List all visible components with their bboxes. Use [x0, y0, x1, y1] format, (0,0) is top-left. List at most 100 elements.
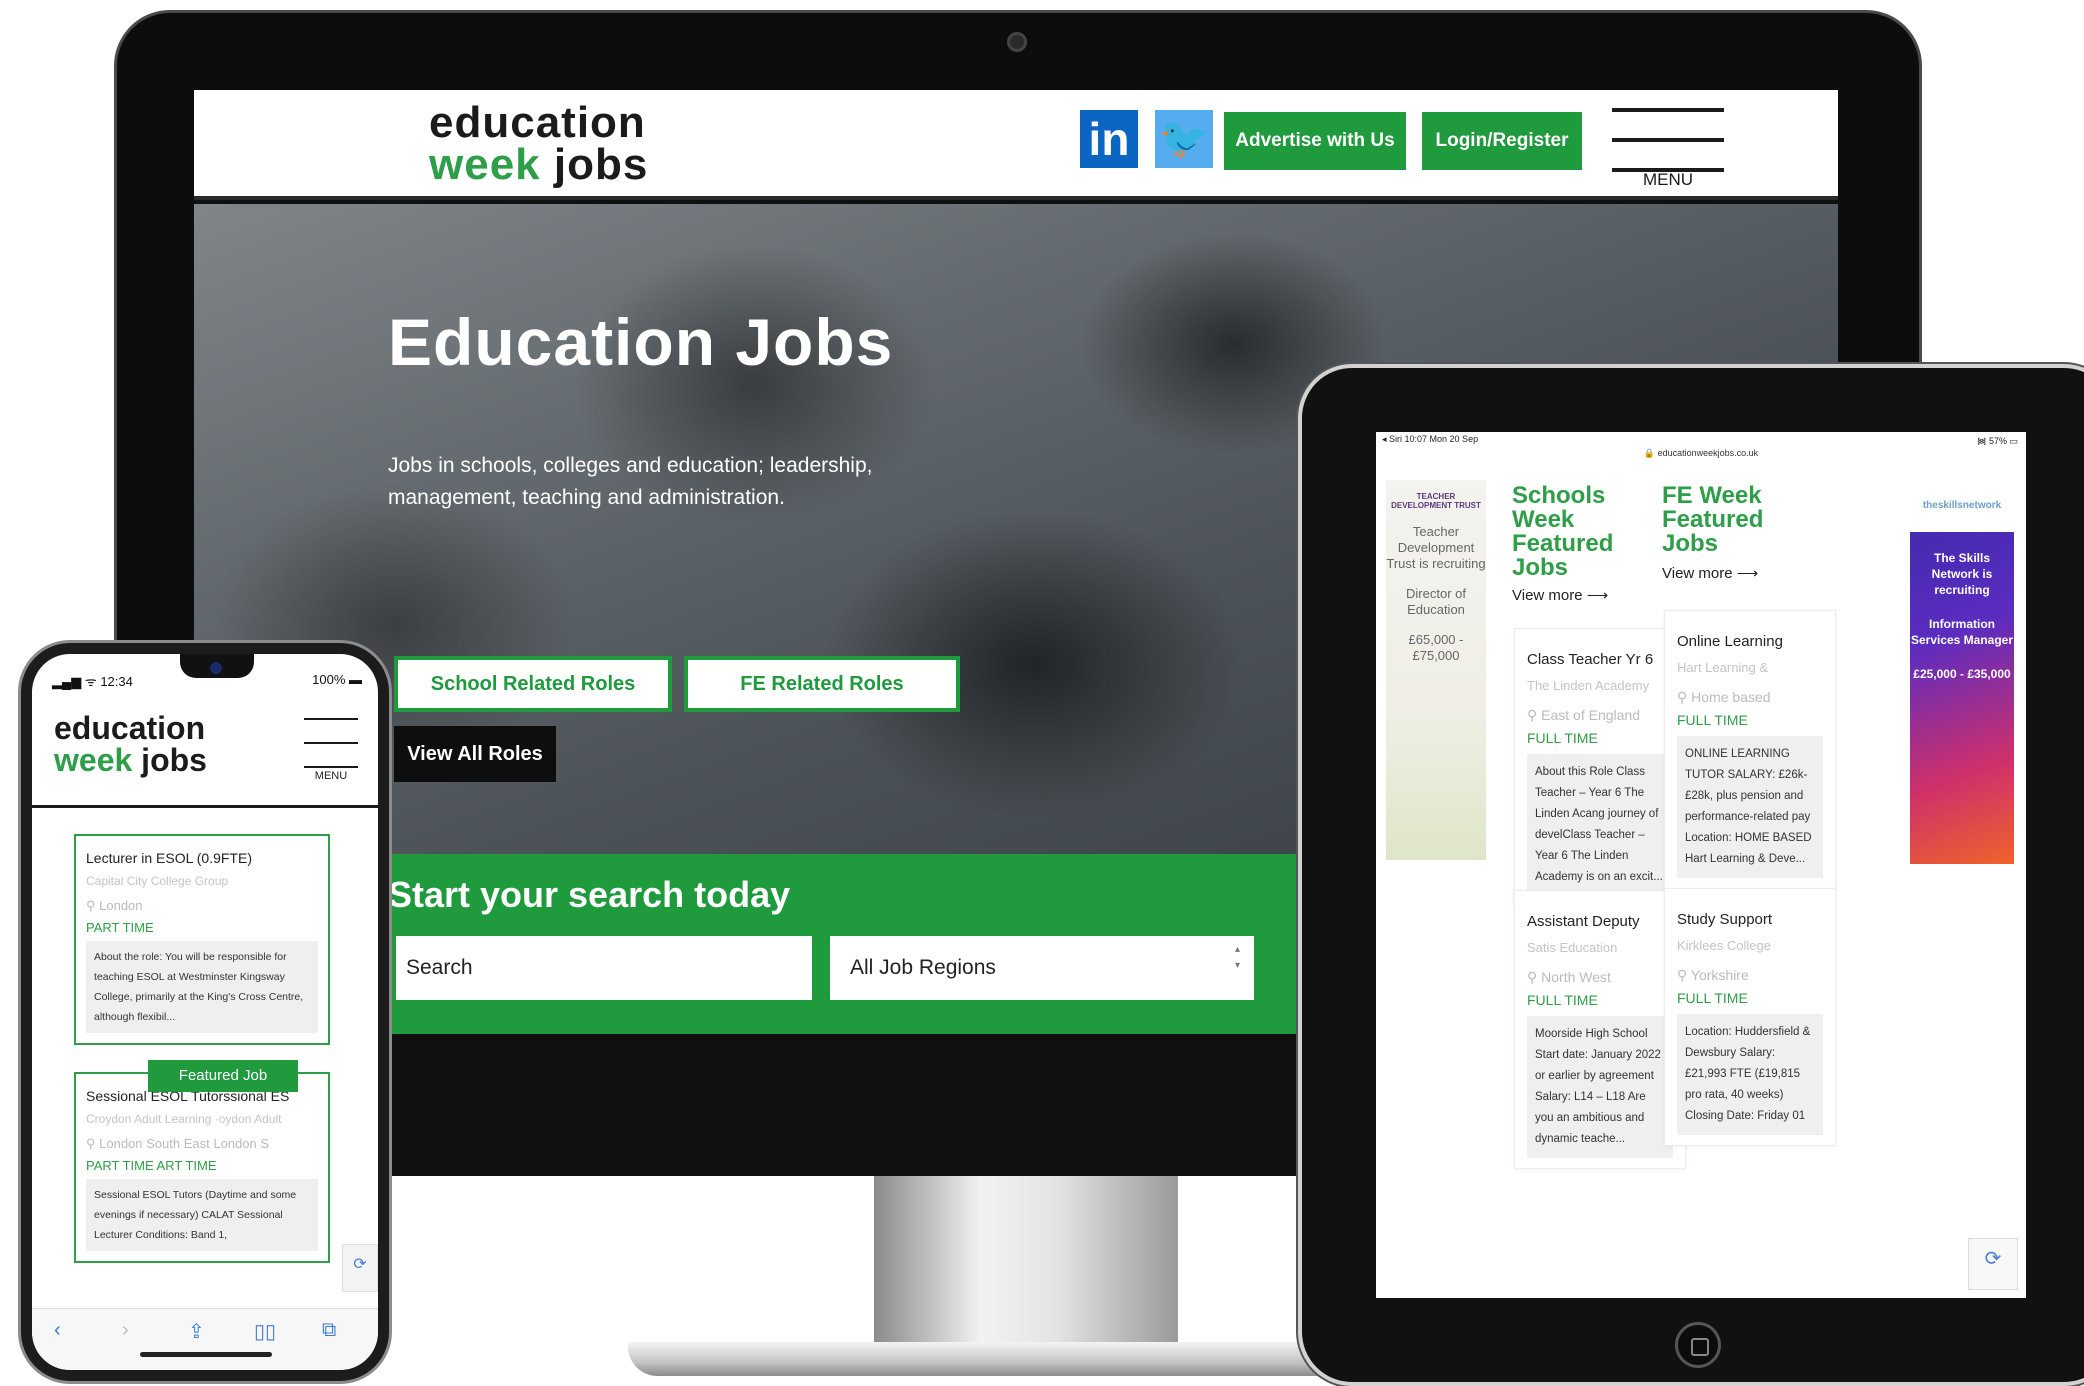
mobile-job-card[interactable]: Lecturer in ESOL (0.9FTE) Capital City C… — [74, 834, 330, 1045]
menu-label: MENU — [314, 770, 348, 782]
site-header: education week jobs in 🐦 Advertise with … — [194, 90, 1838, 200]
job-company: The Linden Academy — [1527, 678, 1650, 693]
job-description: About this Role Class Teacher – Year 6 T… — [1527, 754, 1673, 896]
advertise-button[interactable]: Advertise with Us — [1224, 112, 1406, 170]
tablet-site: ◂ Siri 10:07 Mon 20 Sep ᯼ 57% ▭ 🔒 educat… — [1376, 432, 2026, 1298]
job-type: FULL TIME — [1677, 990, 1748, 1006]
battery-icon: 100% ▬ — [312, 672, 362, 687]
back-icon[interactable]: ‹ — [54, 1319, 61, 1342]
region-select[interactable]: All Job Regions ▴ ▾ — [830, 936, 1254, 1000]
search-input[interactable]: Search — [396, 936, 812, 1000]
menu-button[interactable]: MENU — [1612, 108, 1724, 192]
recaptcha-icon[interactable]: ⟳ — [1968, 1238, 2018, 1290]
logo-word-jobs: jobs — [553, 140, 649, 189]
login-register-button[interactable]: Login/Register — [1422, 112, 1582, 170]
job-location-text: London South East London S — [99, 1136, 270, 1151]
ad-logo: TEACHER DEVELOPMENT TRUST — [1391, 492, 1481, 510]
job-location: ⚲ London — [86, 898, 318, 914]
recaptcha-icon[interactable]: ⟳ — [342, 1244, 378, 1292]
job-type: FULL TIME — [1527, 730, 1598, 746]
device-mockup-stage: education week jobs in 🐦 Advertise with … — [0, 0, 2084, 1386]
job-company: Satis Education — [1527, 940, 1618, 955]
job-location-text: Yorkshire — [1690, 967, 1749, 983]
job-description: About the role: You will be responsible … — [86, 941, 318, 1033]
job-company: Croydon Adult Learning ·oydon Adult — [86, 1112, 282, 1126]
monitor-stand-base — [628, 1342, 1408, 1376]
logo-line-education: education — [429, 98, 646, 147]
view-all-roles-button[interactable]: View All Roles — [394, 726, 556, 782]
job-location-text: London — [99, 898, 143, 913]
phone-camera — [210, 662, 222, 674]
pin-icon: ⚲ — [1527, 707, 1542, 723]
pin-icon: ⚲ — [1677, 967, 1691, 983]
monitor-stand-neck — [874, 1176, 1178, 1352]
schools-week-heading: Schools Week Featured Jobs — [1512, 482, 1614, 581]
job-location: ⚲ Home based — [1677, 689, 1823, 706]
job-location: ⚲ North West — [1527, 969, 1673, 986]
tablet-url-bar[interactable]: 🔒 educationweekjobs.co.uk — [1376, 448, 2026, 466]
tabs-icon[interactable]: ⧉ — [322, 1319, 336, 1342]
tablet-status-left: ◂ Siri 10:07 Mon 20 Sep — [1382, 434, 1479, 444]
site-logo[interactable]: education week jobs — [429, 98, 649, 189]
search-title: Start your search today — [388, 874, 791, 915]
hamburger-icon-bar — [304, 766, 358, 768]
ad-role-text: Director of Education — [1406, 586, 1466, 617]
linkedin-icon[interactable]: in — [1080, 110, 1138, 168]
job-location: ⚲ East of England — [1527, 707, 1673, 724]
fe-view-more-link[interactable]: View more ⟶ — [1662, 564, 1758, 582]
signal-icon: ▂▄▆ ᯤ — [52, 674, 97, 689]
job-card[interactable]: Online Learning Hart Learning & ⚲ Home b… — [1664, 610, 1836, 889]
forward-icon[interactable]: › — [122, 1319, 129, 1342]
tablet-home-button[interactable] — [1675, 1322, 1721, 1368]
logo-line-education: education — [54, 710, 206, 746]
ad-banner-left[interactable]: TEACHER DEVELOPMENT TRUST Teacher Develo… — [1386, 480, 1486, 860]
job-card[interactable]: Study Support Kirklees College ⚲ Yorkshi… — [1664, 888, 1836, 1146]
schools-view-more-link[interactable]: View more ⟶ — [1512, 586, 1608, 604]
fe-week-heading: FE Week Featured Jobs — [1662, 482, 1764, 557]
job-title: Online Learning — [1677, 633, 1783, 650]
job-type: FULL TIME — [1527, 992, 1598, 1008]
mobile-menu-button[interactable]: MENU — [304, 718, 358, 790]
select-arrows-icon: ▴ ▾ — [1234, 944, 1240, 971]
job-title: Study Support — [1677, 911, 1773, 928]
share-icon[interactable]: ⇪ — [188, 1319, 205, 1344]
tablet-status-bar: ◂ Siri 10:07 Mon 20 Sep ᯼ 57% ▭ — [1376, 432, 2026, 448]
menu-label: MENU — [1642, 170, 1694, 189]
mobile-header: education week jobs MENU — [32, 698, 378, 808]
ad-recruiting-text: Teacher Development Trust is recruiting — [1386, 524, 1486, 571]
job-location-text: East of England — [1541, 707, 1641, 723]
hero-title: Education Jobs — [388, 305, 894, 379]
mobile-logo[interactable]: education week jobs — [54, 712, 207, 776]
tablet-status-right: ᯼ 57% ▭ — [1976, 436, 2018, 446]
ad-banner-right[interactable]: theskillsnetwork The Skills Network is r… — [1910, 480, 2014, 864]
twitter-icon[interactable]: 🐦 — [1155, 110, 1213, 168]
home-indicator — [140, 1352, 272, 1357]
job-title: Assistant Deputy — [1527, 913, 1640, 930]
job-company: Capital City College Group — [86, 874, 229, 888]
job-location: ⚲ Yorkshire — [1677, 967, 1823, 984]
job-company: Hart Learning & — [1677, 660, 1769, 675]
job-card[interactable]: Class Teacher Yr 6 The Linden Academy ⚲ … — [1514, 628, 1686, 907]
job-title: Lecturer in ESOL (0.9FTE) — [86, 850, 252, 866]
job-description: Location: Huddersfield & Dewsbury Salary… — [1677, 1014, 1823, 1135]
hamburger-icon-bar — [1612, 138, 1724, 142]
bookmarks-icon[interactable]: ▯▯ — [254, 1319, 276, 1344]
pin-icon: ⚲ — [86, 1136, 100, 1151]
job-description: Sessional ESOL Tutors (Daytime and some … — [86, 1179, 318, 1251]
job-description: ONLINE LEARNING TUTOR SALARY: £26k-£28k,… — [1677, 736, 1823, 878]
ad-salary-text: £25,000 - £35,000 — [1913, 667, 2011, 681]
monitor-camera — [1007, 32, 1027, 52]
hamburger-icon — [304, 718, 358, 720]
logo-word-week: week — [429, 140, 541, 189]
pin-icon: ⚲ — [1527, 969, 1542, 985]
job-type: PART TIME ART TIME — [86, 1158, 217, 1173]
school-roles-button[interactable]: School Related Roles — [394, 656, 672, 712]
fe-roles-button[interactable]: FE Related Roles — [684, 656, 960, 712]
mobile-job-card[interactable]: Sessional ESOL Tutorssional ES Croydon A… — [74, 1072, 330, 1263]
job-title: Class Teacher Yr 6 — [1527, 651, 1654, 668]
job-card[interactable]: Assistant Deputy Satis Education ⚲ North… — [1514, 890, 1686, 1169]
logo-word-week: week — [54, 742, 133, 778]
ad-salary-text: £65,000 - £75,000 — [1408, 632, 1464, 663]
ad-recruiting-text: The Skills Network is recruiting — [1931, 551, 1993, 597]
ad-logo: theskillsnetwork — [1910, 480, 2014, 532]
